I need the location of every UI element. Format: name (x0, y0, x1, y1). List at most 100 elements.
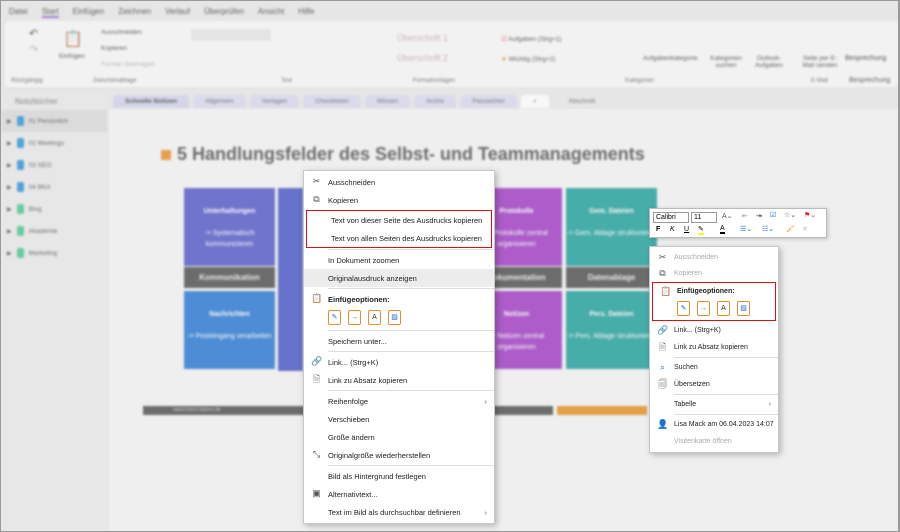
tab-schnelle-notizen[interactable]: Schnelle Notizen (113, 95, 190, 108)
format-painter-button[interactable]: Format übertragen (101, 61, 155, 68)
sidebar-notebook[interactable]: ▶ 04 BKA (1, 176, 107, 198)
expand-chevron-icon[interactable]: ▶ (7, 206, 12, 213)
sidebar-notebook[interactable]: ▶ 03 SEO (1, 154, 107, 176)
menu-save-as[interactable]: Speichern unter... (304, 332, 494, 350)
expand-chevron-icon[interactable]: ▶ (7, 118, 12, 125)
tab-archiv[interactable]: Archiv (414, 95, 457, 108)
menu-zoom-document[interactable]: In Dokument zoomen (304, 251, 494, 269)
numbered-list-icon[interactable]: ☷⌄ (762, 225, 774, 233)
menu2-link[interactable]: 🔗 Link... (Strg+K) (650, 322, 778, 339)
style-heading1[interactable]: Überschrift 1 (397, 33, 448, 43)
menu2-cut[interactable]: ✂ Ausschneiden (650, 249, 778, 265)
menu-copy[interactable]: ⧉ Kopieren (304, 191, 494, 209)
bold-button[interactable]: F (656, 226, 660, 233)
menu-start[interactable]: Start (41, 7, 59, 18)
menu-einfuegen[interactable]: Einfügen (73, 7, 105, 18)
paste-keep-formatting-icon[interactable]: ✎ (677, 301, 690, 316)
sidebar-notebook[interactable]: ▶ Akademie (1, 220, 107, 242)
expand-chevron-icon[interactable]: ▶ (7, 184, 12, 191)
email-page-button[interactable]: Seite per E-Mail senden (801, 55, 839, 69)
undo-icon[interactable]: ↶ (29, 27, 38, 40)
paste-merge-icon[interactable]: → (697, 301, 710, 316)
find-tags-button[interactable]: Kategorien suchen (709, 55, 743, 69)
menu-copy-text-all-pages[interactable]: Text von allen Seiten des Ausdrucks kopi… (307, 229, 491, 247)
menu-datei[interactable]: Datei (9, 7, 28, 18)
underline-button[interactable]: U (684, 226, 689, 233)
menu-zoom-label: In Dokument zoomen (328, 255, 400, 265)
menu-link[interactable]: 🔗 Link... (Strg+K) (304, 353, 494, 371)
sidebar-notebook[interactable]: ▶ Blog (1, 198, 107, 220)
clear-format-icon[interactable]: ✕ (802, 225, 808, 233)
menu-restore-size[interactable]: ⤡ Originalgröße wiederherstellen (304, 446, 494, 464)
sidebar-notebook[interactable]: ▶ 02 Meetings (1, 132, 107, 154)
italic-button[interactable]: K (670, 226, 675, 233)
style-heading2[interactable]: Überschrift 2 (397, 53, 448, 63)
menu2-copy[interactable]: ⧉ Kopieren (650, 265, 778, 281)
paste-picture-icon[interactable]: ▨ (737, 301, 750, 316)
todo-tag-icon[interactable]: ☑ (770, 211, 776, 219)
tab-vorlagen[interactable]: Vorlagen (249, 95, 300, 108)
menu2-translate[interactable]: 🗐 Übersetzen (650, 376, 778, 393)
sidebar-notebook[interactable]: ▶ Marketing (1, 242, 107, 264)
outlook-tasks-button[interactable]: Outlook-Aufgaben (751, 55, 787, 69)
menu-resize[interactable]: Größe ändern (304, 428, 494, 446)
menu-verlauf[interactable]: Verlauf (165, 7, 190, 18)
paste-icon[interactable]: 📋 (63, 29, 83, 49)
tag-tasks[interactable]: ☑ Aufgaben (Strg+1) (501, 35, 562, 43)
redo-icon[interactable]: ↷ (29, 43, 38, 56)
highlight-color-icon[interactable]: ✎ (698, 225, 704, 235)
paste-button[interactable]: Einfügen (59, 53, 85, 60)
paste-keep-formatting-icon[interactable]: ✎ (328, 310, 341, 325)
menu-order[interactable]: Reihenfolge › (304, 392, 494, 410)
paste-merge-icon[interactable]: → (348, 310, 361, 325)
format-painter-icon[interactable]: 🖌 (786, 225, 795, 233)
font-size-select[interactable]: 11 (691, 212, 717, 223)
copy-button[interactable]: Kopieren (101, 45, 127, 52)
meeting-button[interactable]: Besprechung (845, 55, 886, 62)
menu-resize-label: Größe ändern (328, 432, 375, 442)
text-effects-icon[interactable]: A⌄ (722, 212, 733, 220)
translate-icon: 🗐 (658, 379, 667, 389)
section-group-label: Abschnitt (568, 98, 596, 105)
paste-text-only-icon[interactable]: A (717, 301, 730, 316)
expand-chevron-icon[interactable]: ▶ (7, 140, 12, 147)
menu2-table[interactable]: Tabelle › (650, 396, 778, 413)
paste-text-only-icon[interactable]: A (368, 310, 381, 325)
menu-make-searchable[interactable]: Text im Bild als durchsuchbar definieren… (304, 503, 494, 521)
flag-icon[interactable]: ⚑⌄ (804, 211, 816, 219)
tab-allgemein[interactable]: Allgemein (193, 95, 246, 108)
menu-copy-paragraph-link[interactable]: 🗎 Link zu Absatz kopieren (304, 371, 494, 389)
menu-hilfe[interactable]: Hilfe (298, 7, 314, 18)
font-name-select[interactable]: Calibri (653, 212, 689, 223)
menu2-search[interactable]: ⌕ Suchen (650, 359, 778, 376)
expand-chevron-icon[interactable]: ▶ (7, 250, 12, 257)
menu-zeichnen[interactable]: Zeichnen (118, 7, 151, 18)
menu-ueberpruefen[interactable]: Überprüfen (204, 7, 244, 18)
menu-show-original[interactable]: Originalausdruck anzeigen (304, 269, 494, 287)
menu-set-background[interactable]: Bild als Hintergrund festlegen (304, 467, 494, 485)
menu2-open-card[interactable]: Visitenkarte öffnen (650, 433, 778, 450)
tag-category-button[interactable]: Aufgabenkategorie (643, 55, 698, 62)
tag-icon[interactable]: ☆⌄ (784, 211, 796, 219)
outdent-icon[interactable]: ⇤ (742, 212, 748, 220)
paste-picture-icon[interactable]: ▨ (388, 310, 401, 325)
expand-chevron-icon[interactable]: ▶ (7, 228, 12, 235)
tab-wissen[interactable]: Wissen (364, 95, 411, 108)
indent-icon[interactable]: ⇥ (756, 212, 762, 220)
tab-passwoerter[interactable]: Passwörter (460, 95, 517, 108)
tab-checklisten[interactable]: Checklisten (303, 95, 361, 108)
menu-alt-text[interactable]: ▣ Alternativtext... (304, 485, 494, 503)
font-select[interactable] (191, 29, 271, 41)
menu-ansicht[interactable]: Ansicht (258, 7, 284, 18)
menu-cut[interactable]: ✂ Ausschneiden (304, 173, 494, 191)
add-section-button[interactable]: + (520, 95, 549, 108)
sidebar-notebook[interactable]: ▶ 01 Persönlich (1, 110, 107, 132)
bullet-list-icon[interactable]: ☰⌄ (740, 225, 752, 233)
tag-important[interactable]: ★ Wichtig (Strg+2) (501, 55, 555, 63)
font-color-icon[interactable]: A (720, 225, 725, 234)
menu-move[interactable]: Verschieben (304, 410, 494, 428)
expand-chevron-icon[interactable]: ▶ (7, 162, 12, 169)
menu2-copy-paragraph-link[interactable]: 🗎 Link zu Absatz kopieren (650, 339, 778, 356)
cut-button[interactable]: Ausschneiden (101, 29, 142, 36)
menu-copy-text-this-page[interactable]: Text von dieser Seite des Ausdrucks kopi… (307, 211, 491, 229)
